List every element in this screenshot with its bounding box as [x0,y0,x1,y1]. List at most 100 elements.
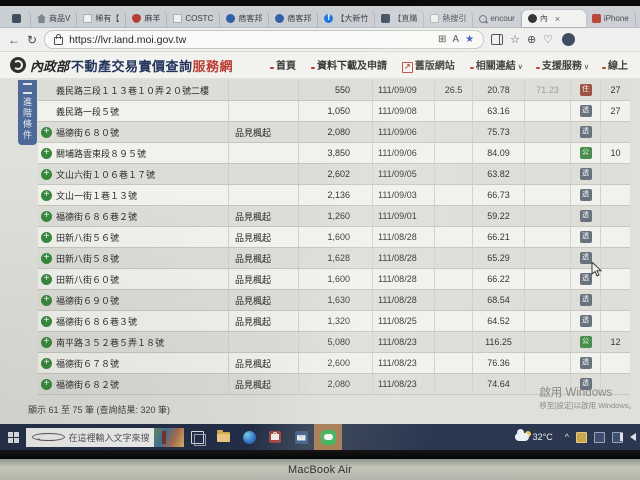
nav-item[interactable]: 資料下載及申請 [311,57,389,72]
table-row[interactable]: + 田新八街６０號 品見楓起 1,600 111/08/28 66.22 透 [38,269,630,290]
filter-tab-char: 進 [23,97,32,107]
expand-plus-icon[interactable]: + [41,169,52,180]
browser-tab[interactable]: 內 × [522,10,586,27]
building-type-icon: 透 [580,210,592,222]
table-row[interactable]: + 福德街６８０號 品見楓起 2,080 111/09/06 75.73 透 [38,122,630,143]
task-view-button[interactable] [184,424,210,450]
table-row[interactable]: + 福德街６８６巷３號 品見楓起 1,320 111/08/25 64.52 透 [38,311,630,332]
browser-tab[interactable]: 熱搜引 × [424,10,473,27]
expand-plus-icon[interactable]: + [41,358,52,369]
read-aloud-icon[interactable]: A [452,34,459,45]
building-type-icon: 透 [580,126,592,138]
table-row[interactable]: + 關埔路雲東段８９５號 3,850 111/09/06 84.09 公 10 [38,143,630,164]
browser-tab[interactable]: × [6,10,31,27]
building-age-cell [600,164,630,184]
table-row[interactable]: + 田新八街５６號 品見楓起 1,600 111/08/28 66.21 透 [38,227,630,248]
total-price-cell: 1,600 [298,227,354,247]
file-explorer-button[interactable] [210,424,236,450]
transaction-date-cell: 111/09/01 [372,206,434,226]
search-highlight-image[interactable] [154,428,184,447]
expand-plus-icon[interactable]: + [41,337,52,348]
table-row[interactable]: + 福德街６７８號 品見楓起 2,600 111/08/23 76.36 透 [38,353,630,374]
nav-item[interactable]: ↗舊版網站 [402,57,457,73]
area2-cell [524,332,570,352]
table-row[interactable]: + 福德街６９０號 品見楓起 1,630 111/08/28 68.54 透 [38,290,630,311]
building-age-cell [600,122,630,142]
nav-item[interactable]: 線上 [602,57,630,72]
profile-avatar[interactable] [562,33,575,46]
browser-tab-bar: × 商品V × 稀有【 × 麻羊 × COSTC × [0,6,640,28]
area2-cell [524,164,570,184]
back-button[interactable]: ← [8,34,20,46]
table-row[interactable]: + 文山六街１０６巷１７號 2,602 111/09/05 63.82 透 [38,164,630,185]
expand-plus-icon[interactable]: + [41,274,52,285]
expand-plus-icon[interactable]: + [41,379,52,390]
site-title: 不動產交易實價查詢 [71,56,193,75]
browser-tab[interactable]: iPhone × [586,10,636,27]
ms-store-button[interactable] [262,424,288,450]
advanced-filter-tab[interactable]: 進 階 條 件 [18,80,37,145]
tray-ime-icon[interactable] [594,432,605,443]
browser-tab[interactable]: 【直購 × [375,10,424,27]
community-cell: 品見楓起 [228,290,298,310]
site-header: 內政部 不動產交易實價查詢 服務網 首頁資料下載及申請↗舊版網站相關連結∨支援服… [0,52,640,78]
split-screen-icon[interactable]: ⊞ [438,34,446,45]
expand-plus-icon[interactable]: + [41,295,52,306]
transaction-date-cell: 111/08/25 [372,311,434,331]
tab-title: 【大新竹 [336,13,368,24]
nav-item[interactable]: 首頁 [270,57,298,72]
table-row[interactable]: + 田新八街５８號 品見楓起 1,628 111/08/28 65.29 透 [38,248,630,269]
sidebar-panel-icon[interactable] [491,34,503,45]
area2-cell [524,248,570,268]
favorite-star-icon[interactable]: ★ [465,34,474,45]
table-row[interactable]: + 義民路一段５號 1,050 111/09/08 63.16 透 27 [38,101,630,122]
address-bar[interactable]: https://lvr.land.moi.gov.tw ⊞ A ★ [44,30,484,49]
building-age-cell [600,311,630,331]
expand-plus-icon[interactable]: + [41,253,52,264]
expand-plus-icon[interactable]: + [41,127,52,138]
taskbar-weather-widget[interactable]: 32°C [515,432,553,442]
line-app-button[interactable] [314,424,342,450]
building-type-icon: 透 [580,105,592,117]
table-row[interactable]: + 南平路３５２巷５弄１８號 5,080 111/08/23 116.25 公 … [38,332,630,353]
tab-close-icon[interactable]: × [555,14,560,24]
mail-button[interactable] [288,424,314,450]
browser-tab[interactable]: 麻羊 × [126,10,167,27]
browser-tab[interactable]: 稀有【 × [77,10,126,27]
community-cell: 品見楓起 [228,311,298,331]
address-cell: 福德街６９０號 [56,294,119,307]
browser-tab[interactable]: 痞客邦 × [269,10,318,27]
nav-item-label: 首頁 [276,61,296,72]
expand-plus-icon[interactable]: + [41,316,52,327]
browser-tab[interactable]: COSTC × [167,10,220,27]
table-row[interactable]: + 義民路三段１１３巷１０弄２０號二樓 550 111/09/09 26.5 2… [38,80,630,101]
browser-tab[interactable]: 痞客邦 × [220,10,269,27]
table-row[interactable]: + 文山一街１巷１３號 2,136 111/09/03 66.73 透 [38,185,630,206]
start-button[interactable] [0,432,26,443]
tray-expand-icon[interactable]: ^ [565,432,569,442]
browser-essentials-icon[interactable]: ♡ [543,33,553,46]
url-text[interactable]: https://lvr.land.moi.gov.tw [69,34,432,46]
favorites-icon[interactable]: ☆ [510,33,520,46]
nav-item[interactable]: 支援服務∨ [536,57,589,72]
tray-volume-icon[interactable] [630,433,636,441]
results-summary: 顯示 61 至 75 筆 (查詢結果: 320 筆) [28,403,170,416]
building-age-cell: 10 [600,143,630,163]
building-age-cell: 27 [600,101,630,121]
collections-icon[interactable]: ⊕ [527,33,536,46]
building-age-cell [600,227,630,247]
browser-tab[interactable]: 商品V × [31,10,77,27]
refresh-button[interactable]: ↻ [27,34,37,46]
browser-tab[interactable]: 【大新竹 × [318,10,375,27]
nav-item-label: 支援服務 [542,61,582,72]
edge-button[interactable] [236,424,262,450]
taskbar-search-box[interactable]: 在這裡輸入文字來搜 [26,428,184,447]
table-row[interactable]: + 福德街６８６巷２號 品見楓起 1,260 111/09/01 59.22 透 [38,206,630,227]
expand-plus-icon[interactable]: + [41,148,52,159]
expand-plus-icon[interactable]: + [41,232,52,243]
tray-shield-icon[interactable] [576,432,587,443]
expand-plus-icon[interactable]: + [41,190,52,201]
expand-plus-icon[interactable]: + [41,211,52,222]
browser-tab[interactable]: encour × [473,10,521,27]
nav-item[interactable]: 相關連結∨ [470,57,523,72]
